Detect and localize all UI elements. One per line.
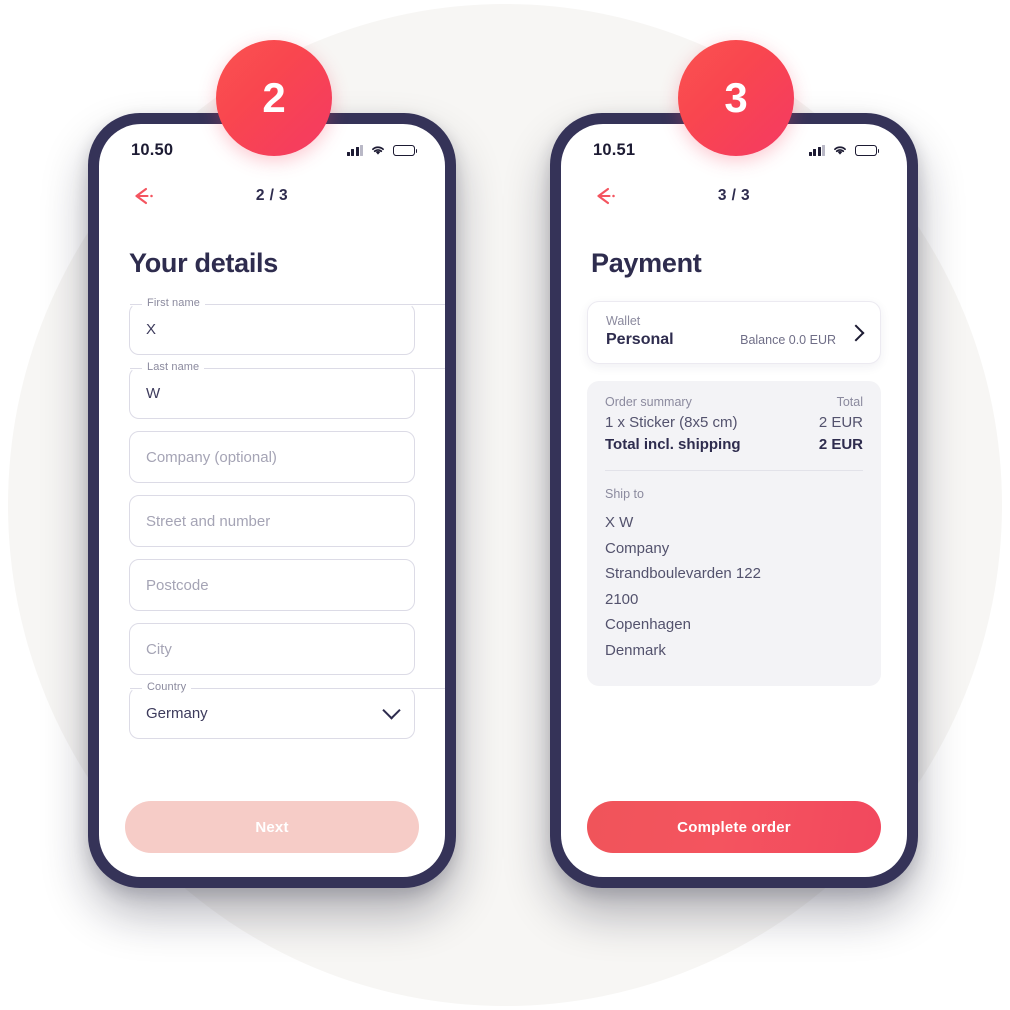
chevron-down-icon [382, 701, 401, 720]
step-3-badge: 3 [678, 40, 794, 156]
phone-mockup-details: 10.50 2 / 3 Your details First name X La… [88, 113, 456, 888]
nav-bar: 2 / 3 [99, 170, 445, 222]
battery-icon [393, 144, 418, 156]
summary-header-left: Order summary [605, 395, 692, 409]
payment-body: Wallet Personal Balance 0.0 EUR Order su… [561, 279, 907, 801]
battery-icon [855, 144, 880, 156]
postcode-placeholder: Postcode [146, 576, 209, 594]
order-summary-card: Order summary Total 1 x Sticker (8x5 cm)… [587, 381, 881, 686]
status-time: 10.50 [131, 140, 174, 159]
wallet-balance: Balance 0.0 EUR [740, 333, 836, 347]
ship-to-label: Ship to [605, 487, 644, 501]
city-placeholder: City [146, 640, 172, 658]
first-name-label: First name [130, 297, 445, 309]
summary-header: Order summary Total [605, 395, 863, 409]
street-placeholder: Street and number [146, 512, 271, 530]
summary-divider [605, 470, 863, 471]
step-2-badge: 2 [216, 40, 332, 156]
city-field[interactable]: City [129, 623, 415, 675]
ship-to-line: Strandboulevarden 122 [605, 565, 761, 583]
phone-mockup-payment: 10.51 3 / 3 Payment Wallet Personal Bala… [550, 113, 918, 888]
signal-bars-icon [808, 144, 825, 156]
country-value: Germany [146, 704, 208, 722]
screen-payment: 10.51 3 / 3 Payment Wallet Personal Bala… [561, 124, 907, 877]
back-arrow-icon[interactable] [129, 185, 159, 207]
status-time: 10.51 [593, 140, 636, 159]
postcode-field[interactable]: Postcode [129, 559, 415, 611]
complete-order-button[interactable]: Complete order [587, 801, 881, 853]
details-form: First name X Last name W Company (option… [99, 279, 445, 801]
first-name-value: X [146, 320, 157, 338]
summary-header-right: Total [836, 395, 863, 409]
country-select[interactable]: Country Germany [129, 681, 445, 739]
summary-item-amount: 2 EUR [818, 414, 863, 431]
wallet-label: Wallet [606, 314, 641, 328]
ship-to-line: Copenhagen [605, 616, 691, 634]
ship-to-line: X W [605, 514, 634, 531]
wallet-name: Personal [606, 331, 674, 348]
summary-total-label: Total incl. shipping [605, 436, 741, 453]
last-name-value: W [146, 384, 161, 402]
signal-bars-icon [346, 144, 363, 156]
ship-to-line: Company [605, 539, 670, 557]
page-title: Payment [591, 248, 702, 278]
wallet-selector[interactable]: Wallet Personal Balance 0.0 EUR [587, 301, 881, 364]
wifi-icon [372, 146, 384, 155]
ship-to-line: 2100 [605, 590, 639, 608]
country-label: Country [129, 681, 445, 693]
summary-total-amount: 2 EUR [818, 436, 863, 453]
status-icons [808, 144, 880, 156]
back-arrow-icon[interactable] [591, 185, 621, 207]
company-field[interactable]: Company (optional) [129, 431, 415, 483]
summary-total-row: Total incl. shipping 2 EUR [605, 436, 863, 453]
wifi-icon [834, 146, 846, 155]
wallet-row: Personal Balance 0.0 EUR [606, 331, 862, 349]
ship-to-line: Denmark [605, 641, 666, 659]
summary-line-item: 1 x Sticker (8x5 cm) 2 EUR [605, 414, 863, 431]
details-cta-area: Next [99, 801, 445, 877]
status-icons [346, 144, 418, 156]
street-field[interactable]: Street and number [129, 495, 415, 547]
company-placeholder: Company (optional) [146, 448, 277, 466]
page-title: Your details [129, 248, 278, 278]
last-name-field[interactable]: Last name W [129, 361, 445, 419]
payment-cta-area: Complete order [561, 801, 907, 877]
nav-bar: 3 / 3 [561, 170, 907, 222]
last-name-label: Last name [129, 361, 445, 373]
next-button[interactable]: Next [125, 801, 419, 853]
first-name-field[interactable]: First name X [129, 297, 445, 355]
screen-your-details: 10.50 2 / 3 Your details First name X La… [99, 124, 445, 877]
summary-item-label: 1 x Sticker (8x5 cm) [605, 414, 738, 431]
